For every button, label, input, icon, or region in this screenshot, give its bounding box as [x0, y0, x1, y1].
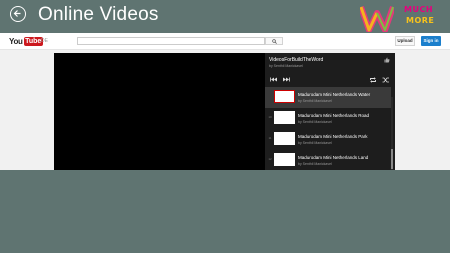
playlist-item-title: Madurodam Mini Netherlands Park	[298, 134, 368, 139]
youtube-masthead: You Tube DE Upload Sign in	[0, 33, 450, 50]
upload-button[interactable]: Upload	[395, 36, 415, 46]
playlist-item-title: Madurodam Mini Netherlands Land	[298, 155, 369, 160]
playlist-item-author: by Senthil Manickavel	[298, 162, 332, 166]
youtube-logo[interactable]: You Tube	[9, 36, 43, 46]
playlist-owner[interactable]: by Senthil Manickavel	[269, 64, 303, 68]
previous-icon[interactable]	[270, 77, 277, 82]
playlist-item-author: by Senthil Manickavel	[298, 99, 332, 103]
search-input[interactable]	[77, 37, 265, 45]
sign-in-button[interactable]: Sign in	[421, 36, 441, 46]
shuffle-icon[interactable]	[382, 77, 390, 83]
back-button[interactable]	[10, 6, 26, 22]
thumbs-up-icon[interactable]	[384, 57, 390, 63]
playlist-item-thumbnail	[274, 90, 295, 103]
playlist-item-number: 12	[268, 157, 272, 161]
repeat-icon[interactable]	[369, 77, 377, 83]
logo-text-much: MUCH	[404, 5, 434, 14]
playlist-item-thumbnail	[274, 132, 295, 145]
playlist-item-author: by Senthil Manickavel	[298, 120, 332, 124]
playlist-item-number: 10	[268, 115, 272, 119]
app-title: Online Videos	[38, 4, 159, 25]
playlist-item-title: Madurodam Mini Netherlands Road	[298, 113, 370, 118]
search-button[interactable]	[265, 37, 283, 45]
region-label: DE	[41, 38, 48, 44]
playlist-item-title: Madurodam Mini Netherlands Water	[298, 92, 371, 97]
playlist-item[interactable]: Madurodam Mini Netherlands Water by Sent…	[265, 87, 391, 108]
app-header: Online Videos MUCH MORE	[0, 0, 450, 33]
playlist-item-author: by Senthil Manickavel	[298, 141, 332, 145]
playlist-item-number: 11	[268, 136, 272, 140]
playlist-item[interactable]: 12 Madurodam Mini Netherlands Land by Se…	[265, 150, 391, 170]
playlist-item[interactable]: 10 Madurodam Mini Netherlands Road by Se…	[265, 108, 391, 129]
youtube-logo-tube: Tube	[23, 36, 43, 46]
back-arrow-icon	[13, 10, 21, 17]
search-icon	[272, 39, 277, 44]
next-icon[interactable]	[283, 77, 290, 82]
much-more-logo: MUCH MORE	[404, 5, 448, 29]
playlist-item-thumbnail	[274, 153, 295, 166]
playlist-scrollbar-thumb[interactable]	[391, 149, 393, 169]
playlist-item-thumbnail	[274, 111, 295, 124]
logo-text-more: MORE	[406, 16, 435, 25]
youtube-webview: You Tube DE Upload Sign in VideosForBuil…	[0, 33, 450, 170]
app-logo-w	[360, 6, 394, 32]
playlist-title[interactable]: VideosForBuildTheWord	[269, 57, 323, 63]
youtube-logo-you: You	[9, 36, 23, 46]
playlist-panel: VideosForBuildTheWord by Senthil Manicka…	[265, 53, 395, 170]
playlist-item[interactable]: 11 Madurodam Mini Netherlands Park by Se…	[265, 129, 391, 150]
video-player[interactable]	[54, 53, 265, 170]
